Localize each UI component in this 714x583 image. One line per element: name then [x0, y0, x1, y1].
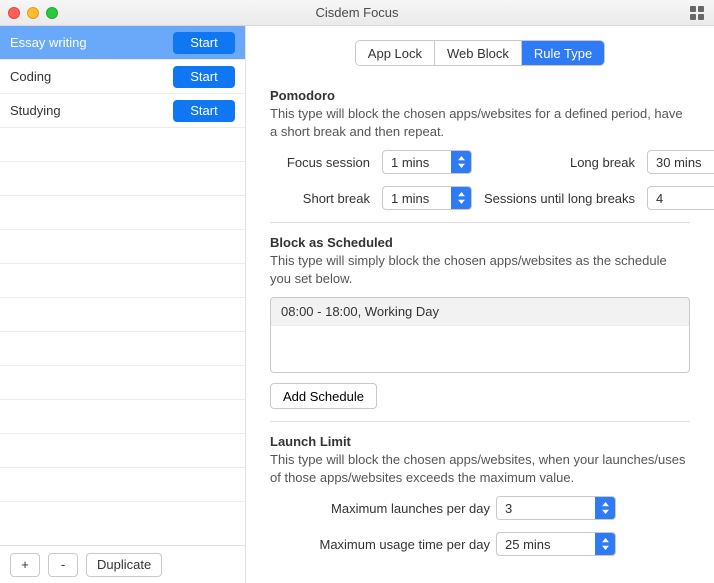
section-desc: This type will block the chosen apps/web… [270, 451, 690, 486]
list-item[interactable]: Studying Start [0, 94, 245, 128]
list-item[interactable]: Coding Start [0, 60, 245, 94]
minimize-icon[interactable] [27, 7, 39, 19]
add-schedule-button[interactable]: Add Schedule [270, 383, 377, 409]
list-item[interactable]: Essay writing Start [0, 26, 245, 60]
focus-select[interactable]: 1 mins [382, 150, 472, 174]
select-value: 1 mins [383, 151, 451, 173]
tab-web-block[interactable]: Web Block [435, 41, 522, 65]
select-value: 3 [497, 497, 595, 519]
chevron-updown-icon [451, 187, 471, 209]
section-desc: This type will block the chosen apps/web… [270, 105, 690, 140]
section-heading: Launch Limit [270, 434, 690, 449]
section-heading: Pomodoro [270, 88, 690, 103]
select-value: 4 [648, 187, 714, 209]
start-button[interactable]: Start [173, 100, 235, 122]
sidebar-footer: + - Duplicate [0, 545, 245, 583]
select-value: 25 mins [497, 533, 595, 555]
schedule-list[interactable]: 08:00 - 18:00, Working Day [270, 297, 690, 373]
short-break-select[interactable]: 1 mins [382, 186, 472, 210]
titlebar: Cisdem Focus [0, 0, 714, 26]
remove-button[interactable]: - [48, 553, 78, 577]
tab-app-lock[interactable]: App Lock [356, 41, 435, 65]
duplicate-button[interactable]: Duplicate [86, 553, 162, 577]
select-value: 1 mins [383, 187, 451, 209]
window-title: Cisdem Focus [0, 5, 714, 20]
select-value: 30 mins [648, 151, 714, 173]
content: App Lock Web Block Rule Type Pomodoro Th… [246, 26, 714, 583]
rule-list: Essay writing Start Coding Start Studyin… [0, 26, 245, 545]
max-usage-select[interactable]: 25 mins [496, 532, 616, 556]
max-launches-label: Maximum launches per day [270, 501, 490, 516]
max-launches-select[interactable]: 3 [496, 496, 616, 520]
sidebar: Essay writing Start Coding Start Studyin… [0, 26, 246, 583]
tab-rule-type[interactable]: Rule Type [522, 41, 604, 65]
chevron-updown-icon [595, 497, 615, 519]
close-icon[interactable] [8, 7, 20, 19]
start-button[interactable]: Start [173, 32, 235, 54]
section-desc: This type will simply block the chosen a… [270, 252, 690, 287]
section-launch-limit: Launch Limit This type will block the ch… [270, 421, 690, 568]
sessions-until-label: Sessions until long breaks [484, 191, 635, 206]
list-item-label: Studying [10, 103, 61, 118]
list-item-label: Coding [10, 69, 51, 84]
long-break-label: Long break [484, 155, 635, 170]
section-pomodoro: Pomodoro This type will block the chosen… [270, 84, 690, 222]
chevron-updown-icon [595, 533, 615, 555]
add-button[interactable]: + [10, 553, 40, 577]
grip-icon[interactable] [690, 6, 704, 20]
chevron-updown-icon [451, 151, 471, 173]
focus-label: Focus session [270, 155, 370, 170]
sessions-until-select[interactable]: 4 [647, 186, 714, 210]
max-usage-label: Maximum usage time per day [270, 537, 490, 552]
tab-bar: App Lock Web Block Rule Type [270, 40, 690, 66]
long-break-select[interactable]: 30 mins [647, 150, 714, 174]
list-item-label: Essay writing [10, 35, 87, 50]
start-button[interactable]: Start [173, 66, 235, 88]
maximize-icon[interactable] [46, 7, 58, 19]
section-heading: Block as Scheduled [270, 235, 690, 250]
schedule-item[interactable]: 08:00 - 18:00, Working Day [271, 298, 689, 326]
short-break-label: Short break [270, 191, 370, 206]
window-controls [8, 7, 58, 19]
section-scheduled: Block as Scheduled This type will simply… [270, 222, 690, 421]
